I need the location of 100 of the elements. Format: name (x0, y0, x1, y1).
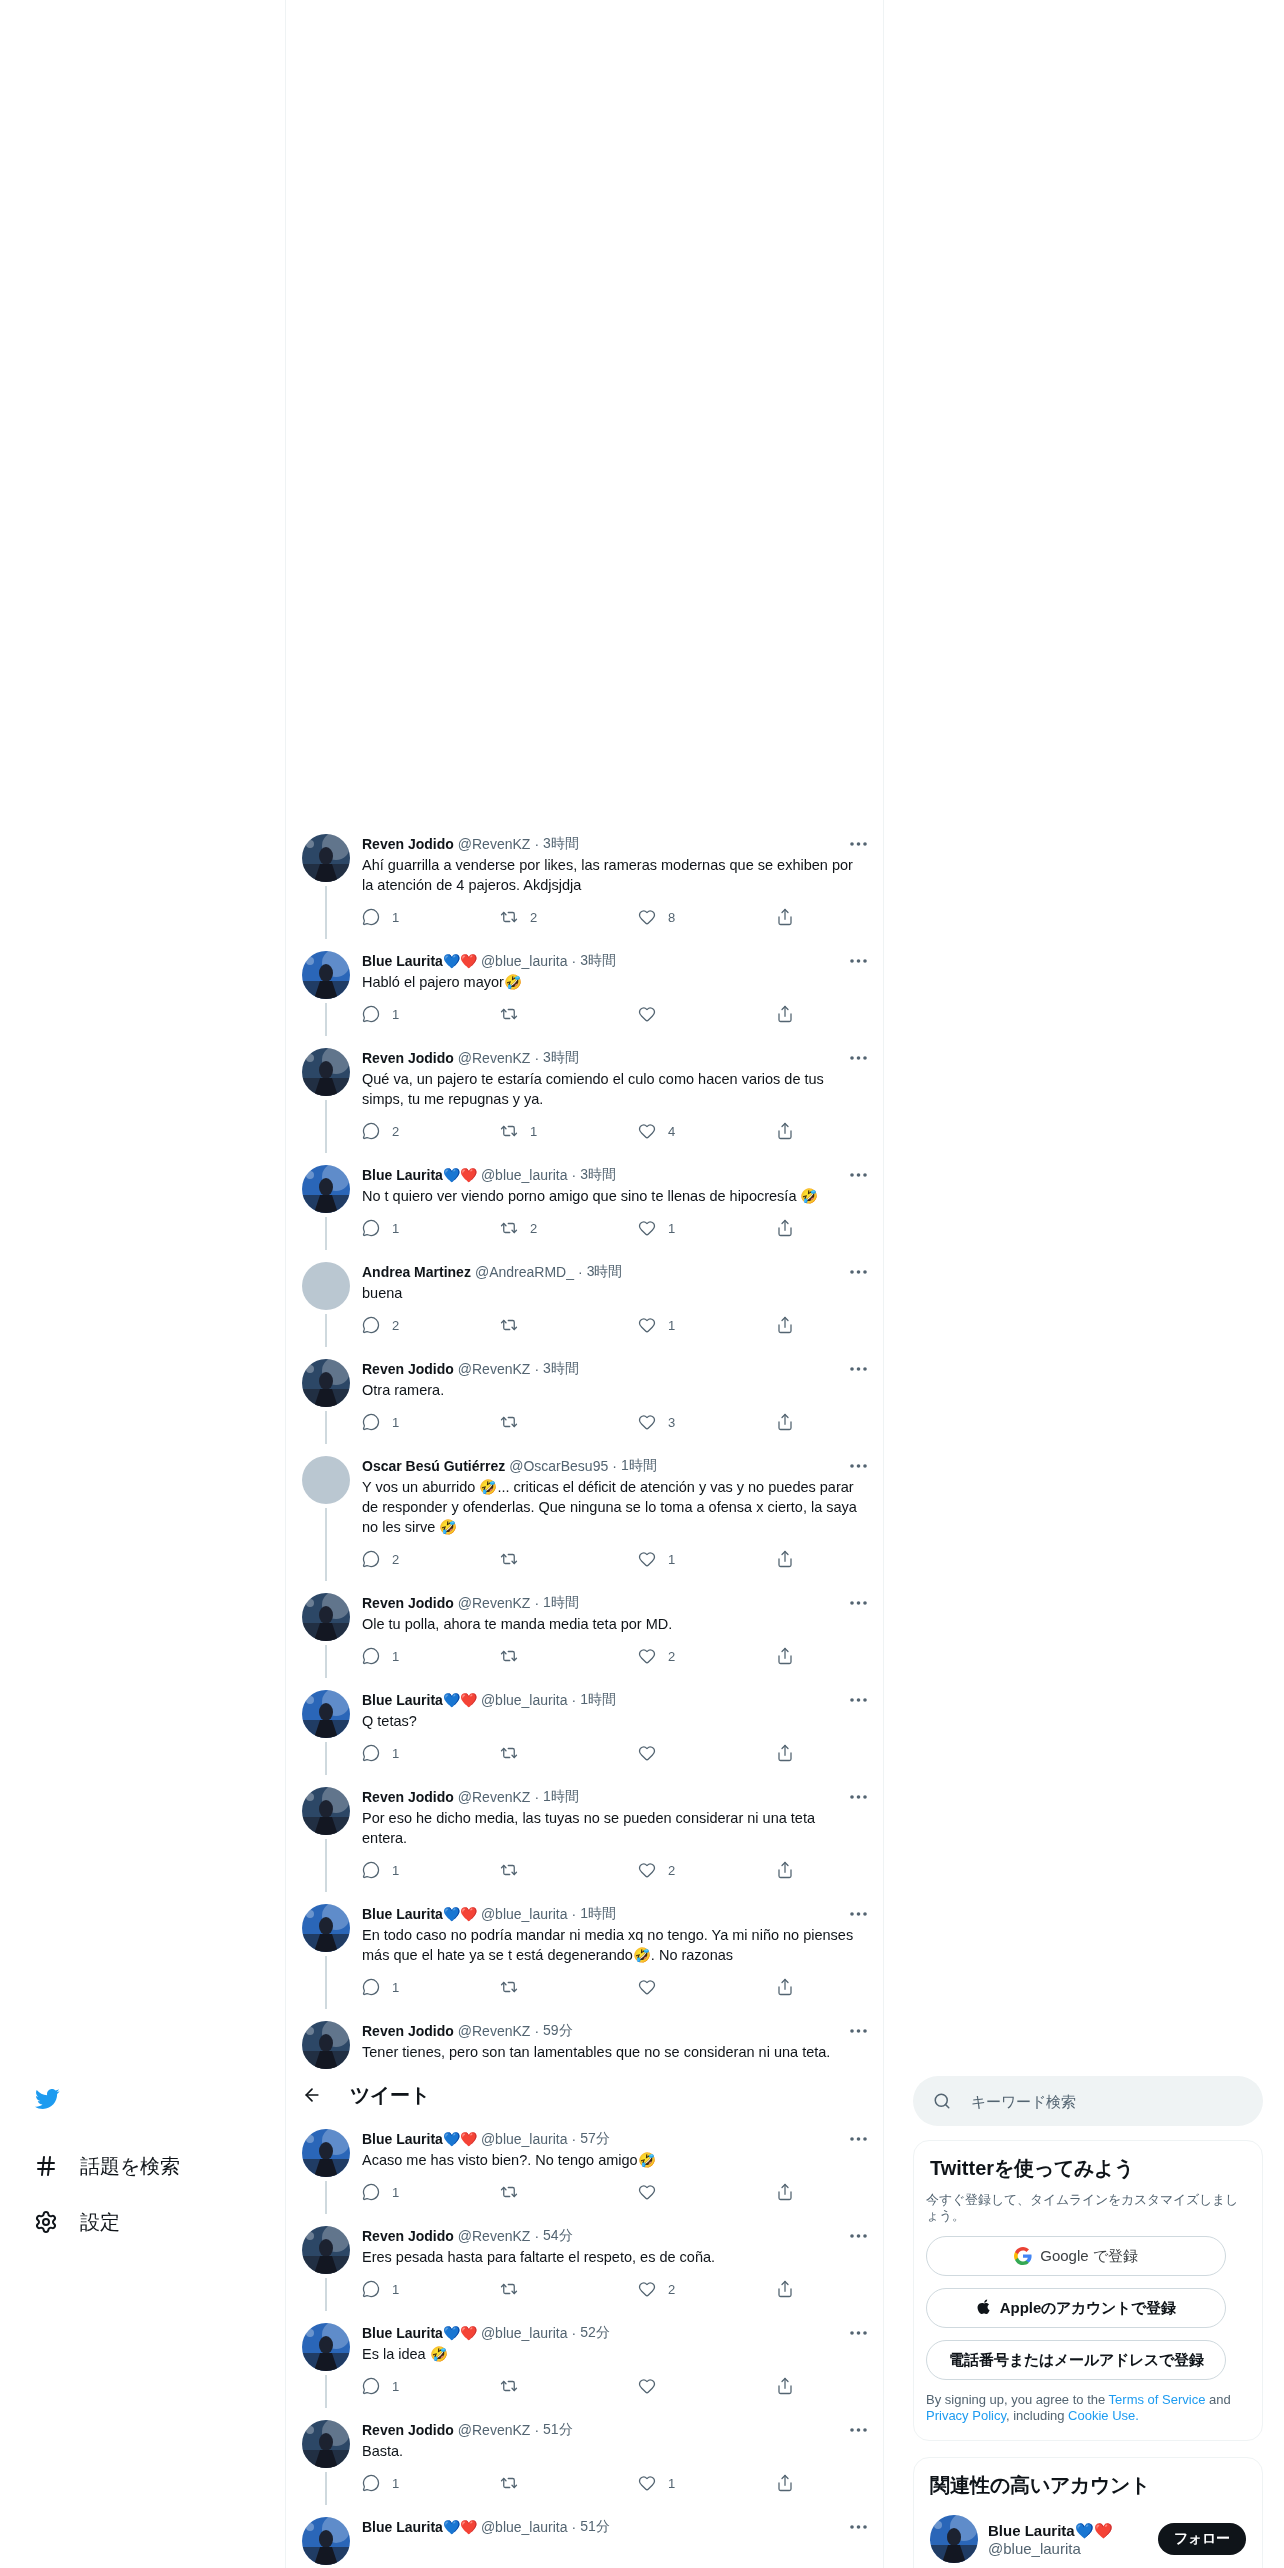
more-button[interactable] (850, 2331, 867, 2335)
more-icon (850, 959, 867, 963)
share-button[interactable] (776, 2473, 794, 2493)
share-button[interactable] (776, 907, 794, 927)
reply-button[interactable]: 2 (362, 1315, 400, 1335)
more-button[interactable] (850, 2525, 867, 2529)
share-icon (776, 1978, 794, 1996)
author-name[interactable]: Reven Jodido (362, 2422, 454, 2438)
more-button[interactable] (850, 842, 867, 846)
reply-button[interactable]: 1 (362, 1860, 400, 1880)
like-button[interactable] (638, 2376, 656, 2396)
author-name[interactable]: Blue Laurita💙❤ (362, 2325, 477, 2341)
reply-button[interactable]: 2 (362, 1121, 400, 1141)
more-button[interactable] (850, 1464, 867, 1468)
more-button[interactable] (850, 959, 867, 963)
author-name[interactable]: Blue Laurita💙❤ (362, 1692, 477, 1708)
author-name[interactable]: Blue Laurita💙❤ (362, 1167, 477, 1183)
retweet-button[interactable]: 2 (500, 907, 538, 927)
author-handle: @blue_laurita (480, 2131, 568, 2147)
like-button[interactable]: 2 (638, 2279, 676, 2299)
more-button[interactable] (850, 1056, 867, 1060)
like-button[interactable] (638, 1743, 656, 1763)
more-button[interactable] (850, 2137, 867, 2141)
like-button[interactable]: 1 (638, 1549, 676, 1569)
author-name[interactable]: Blue Laurita💙❤ (362, 2519, 477, 2535)
reply-button[interactable]: 1 (362, 1743, 400, 1763)
follow-button[interactable]: フォロー (1158, 2523, 1246, 2555)
author-name[interactable]: Blue Laurita💙❤ (362, 1906, 477, 1922)
like-button[interactable]: 4 (638, 1121, 676, 1141)
share-button[interactable] (776, 1549, 794, 1569)
more-button[interactable] (850, 2428, 867, 2432)
account-name[interactable]: Blue Laurita💙❤ (988, 2521, 1148, 2540)
signup-button[interactable]: Google で登録 (926, 2236, 1226, 2276)
sidebar-item[interactable]: 話題を検索 (0, 2138, 285, 2194)
reply-button[interactable]: 1 (362, 1004, 400, 1024)
search-field[interactable]: キーワード検索 (913, 2076, 1263, 2126)
share-button[interactable] (776, 1412, 794, 1432)
reply-button[interactable]: 1 (362, 2376, 400, 2396)
author-name[interactable]: Reven Jodido (362, 1595, 454, 1611)
reply-button[interactable]: 1 (362, 1977, 400, 1997)
speech-bubble-icon (362, 2280, 380, 2298)
reply-button[interactable]: 1 (362, 2182, 400, 2202)
like-button[interactable]: 2 (638, 1860, 676, 1880)
more-button[interactable] (850, 1912, 867, 1916)
like-button[interactable] (638, 2182, 656, 2202)
author-name[interactable]: Reven Jodido (362, 836, 454, 852)
author-name[interactable]: Reven Jodido (362, 2023, 454, 2039)
reply-button[interactable]: 1 (362, 907, 400, 927)
share-button[interactable] (776, 1218, 794, 1238)
reply-button[interactable]: 1 (362, 1218, 400, 1238)
like-button[interactable]: 3 (638, 1412, 676, 1432)
share-button[interactable] (776, 1121, 794, 1141)
share-icon (776, 2474, 794, 2492)
signup-button[interactable]: 電話番号またはメールアドレスで登録 (926, 2340, 1226, 2380)
more-button[interactable] (850, 1367, 867, 1371)
more-button[interactable] (850, 1173, 867, 1177)
author-handle: @RevenKZ (457, 2023, 531, 2039)
like-button[interactable]: 1 (638, 1218, 676, 1238)
share-button[interactable] (776, 1860, 794, 1880)
author-name[interactable]: Andrea Martinez (362, 1264, 471, 1280)
more-button[interactable] (850, 2029, 867, 2033)
signup-button[interactable]: Appleのアカウントで登録 (926, 2288, 1226, 2328)
more-button[interactable] (850, 1795, 867, 1799)
share-button[interactable] (776, 1743, 794, 1763)
retweet-button[interactable]: 2 (500, 1218, 538, 1238)
share-button[interactable] (776, 2182, 794, 2202)
like-button[interactable] (638, 1004, 656, 1024)
share-button[interactable] (776, 1004, 794, 1024)
more-button[interactable] (850, 1698, 867, 1702)
author-name[interactable]: Reven Jodido (362, 1361, 454, 1377)
share-button[interactable] (776, 1315, 794, 1335)
share-icon (776, 1316, 794, 1334)
author-name[interactable]: Reven Jodido (362, 2228, 454, 2244)
like-button[interactable]: 2 (638, 1646, 676, 1666)
like-button[interactable]: 1 (638, 2473, 676, 2493)
author-name[interactable]: Blue Laurita💙❤ (362, 953, 477, 969)
author-name[interactable]: Blue Laurita💙❤ (362, 2131, 477, 2147)
share-icon (776, 1861, 794, 1879)
like-button[interactable] (638, 1977, 656, 1997)
author-name[interactable]: Reven Jodido (362, 1789, 454, 1805)
sidebar-item[interactable]: 設定 (0, 2194, 285, 2250)
share-button[interactable] (776, 2376, 794, 2396)
like-button[interactable]: 8 (638, 907, 676, 927)
share-button[interactable] (776, 1977, 794, 1997)
more-button[interactable] (850, 1601, 867, 1605)
author-name[interactable]: Reven Jodido (362, 1050, 454, 1066)
retweet-button[interactable]: 1 (500, 1121, 538, 1141)
reply-button[interactable]: 2 (362, 1549, 400, 1569)
share-button[interactable] (776, 1646, 794, 1666)
reply-button[interactable]: 1 (362, 2473, 400, 2493)
more-button[interactable] (850, 2234, 867, 2238)
heart-icon (638, 1550, 656, 1568)
share-button[interactable] (776, 2279, 794, 2299)
reply-button[interactable]: 1 (362, 1646, 400, 1666)
author-name[interactable]: Oscar Besú Gutiérrez (362, 1458, 506, 1474)
author-handle: @RevenKZ (457, 1595, 531, 1611)
more-button[interactable] (850, 1270, 867, 1274)
reply-button[interactable]: 1 (362, 1412, 400, 1432)
reply-button[interactable]: 1 (362, 2279, 400, 2299)
like-button[interactable]: 1 (638, 1315, 676, 1335)
